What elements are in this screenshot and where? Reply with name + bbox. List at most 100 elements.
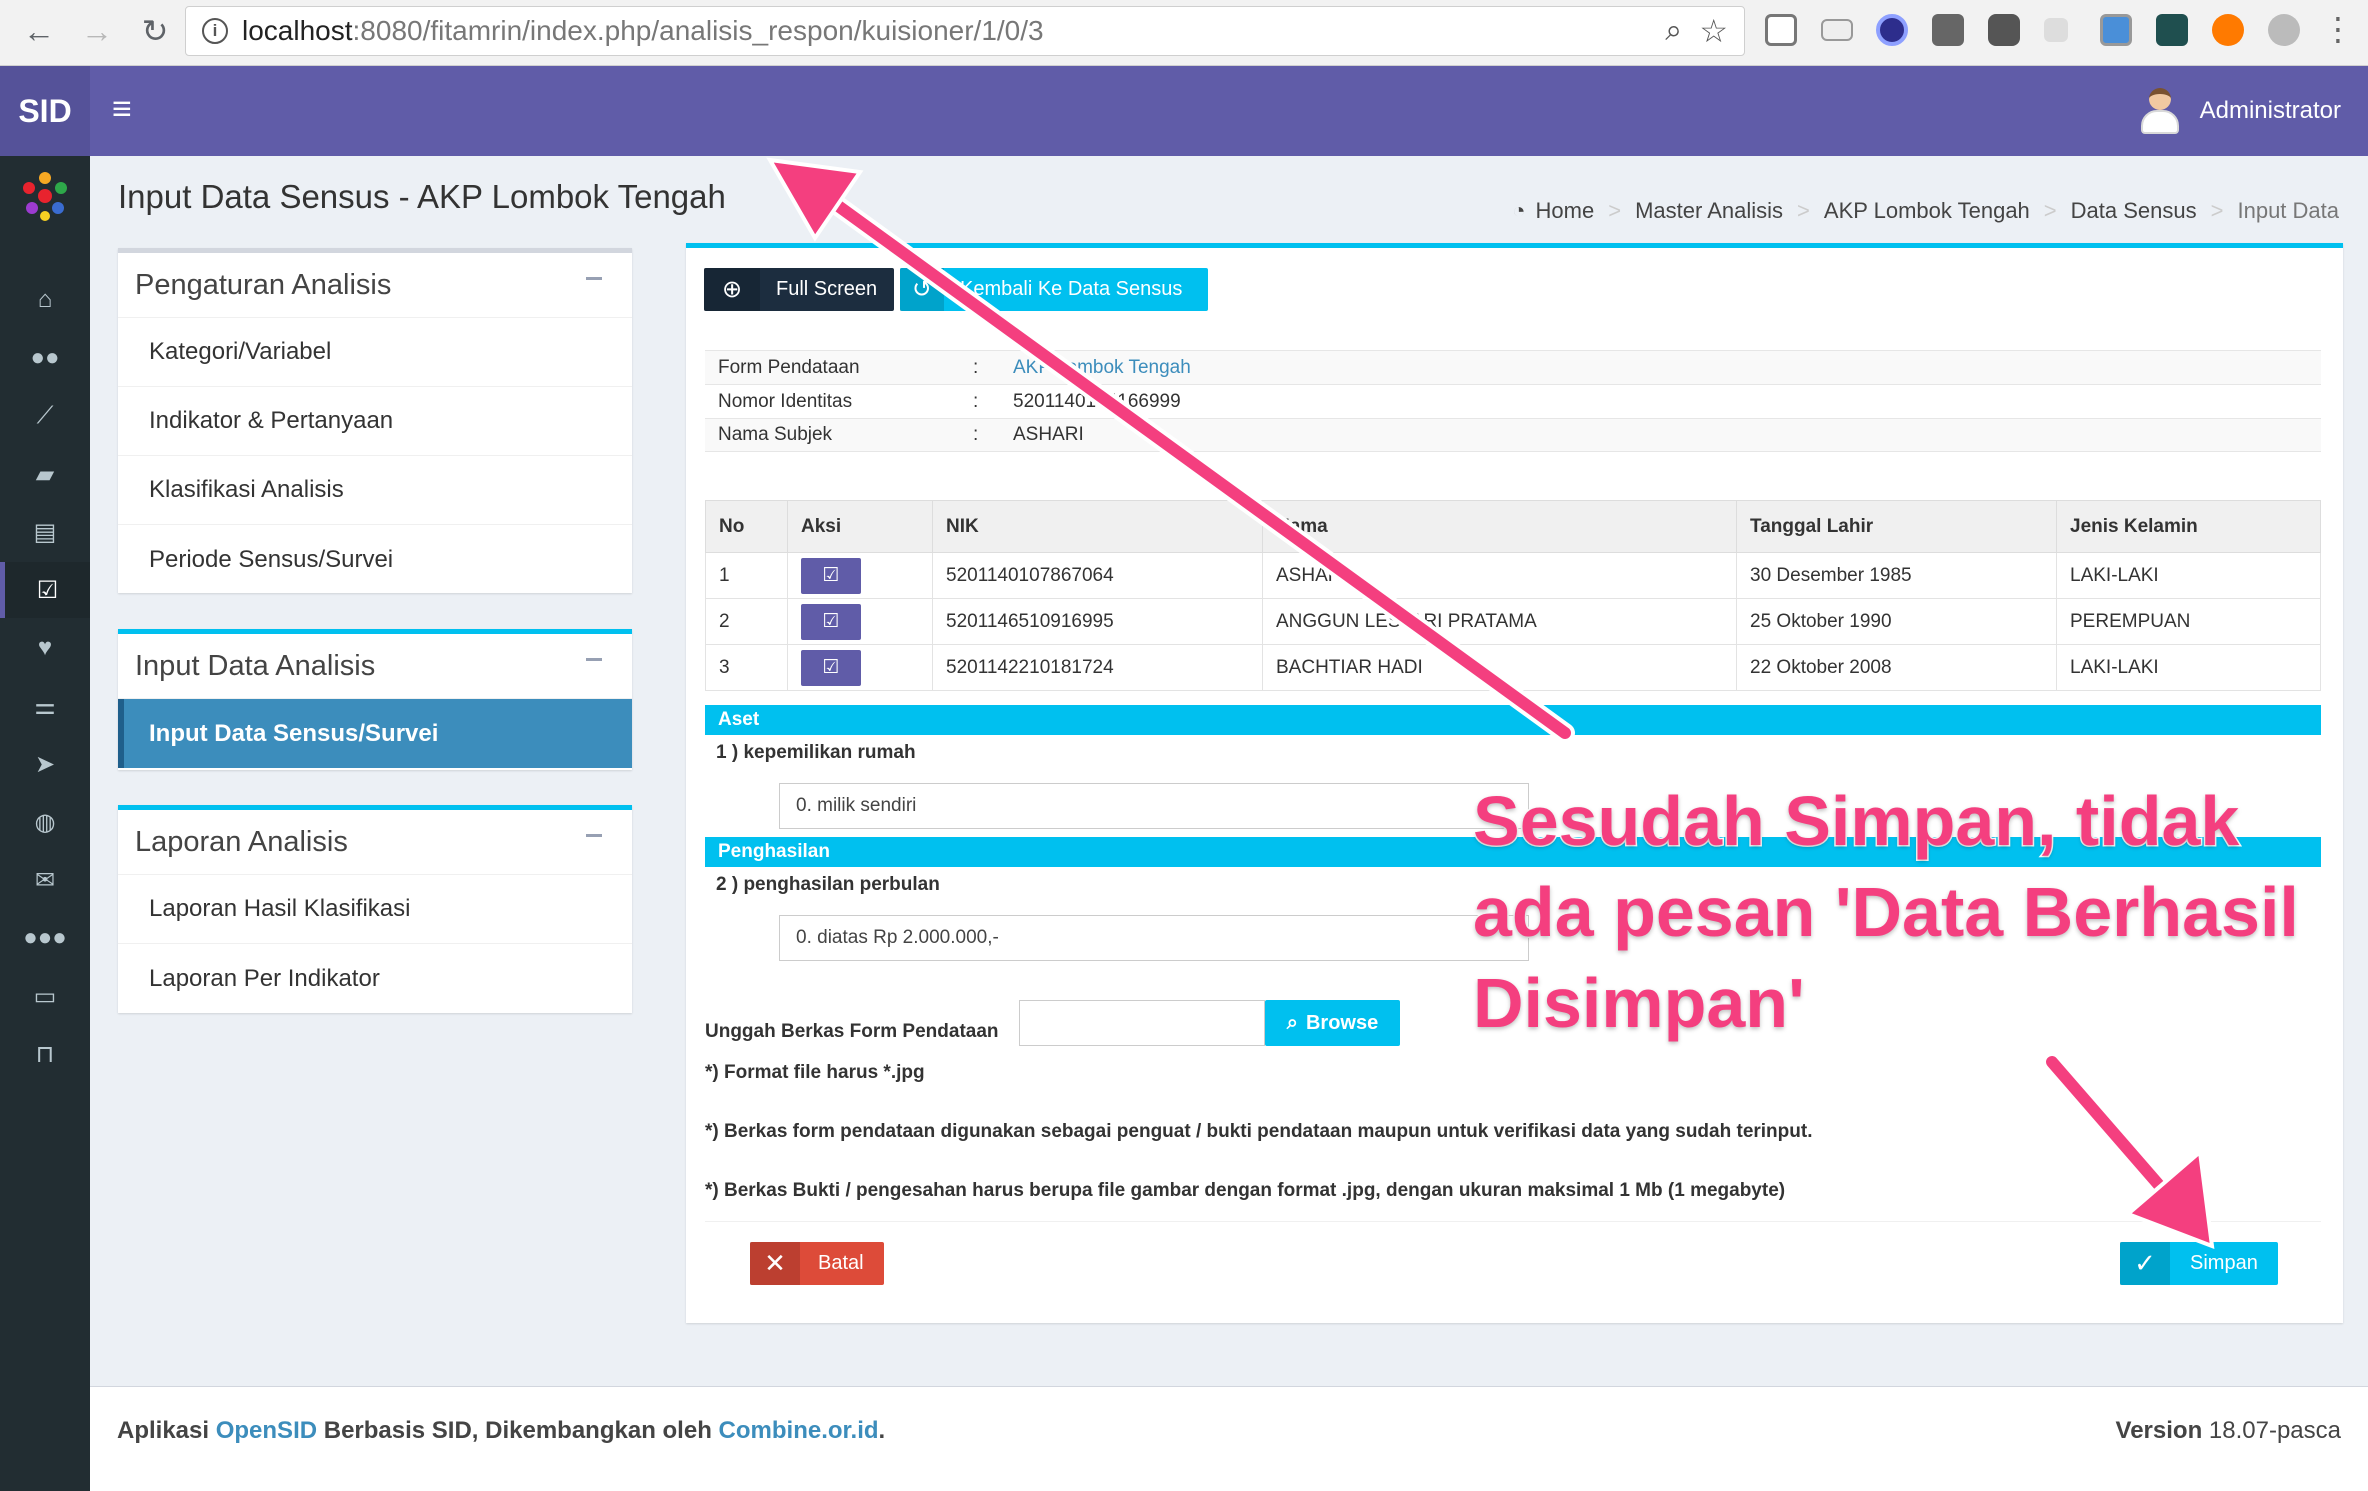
edit-check-icon[interactable]: ☑ (801, 603, 861, 640)
extension-icon[interactable] (2268, 14, 2300, 46)
sliders-icon[interactable]: ⚌ (0, 678, 90, 734)
col-tanggal-lahir: Tanggal Lahir (1736, 500, 2057, 553)
note-format: *) Format file harus *.jpg (705, 1062, 925, 1083)
footer-version: Version 18.07-pasca (2115, 1417, 2341, 1444)
globe-icon[interactable]: ◍ (0, 794, 90, 850)
panel-laporan: Laporan Analisis Laporan Hasil Klasifika… (118, 805, 632, 1013)
answer-2-field[interactable]: 0. diatas Rp 2.000.000,- (779, 915, 1529, 961)
extension-icon[interactable] (1821, 19, 1853, 41)
table-row: 3 ☑ 5201142210181724 BACHTIAR HADI 22 Ok… (705, 644, 2321, 691)
envelope-icon[interactable]: ✉ (0, 852, 90, 908)
star-icon[interactable]: ☆ (1699, 12, 1728, 50)
combine-link[interactable]: Combine.or.id (719, 1417, 879, 1444)
opensid-link[interactable]: OpenSID (216, 1417, 317, 1444)
check-icon: ✓ (2120, 1242, 2170, 1285)
avatar (2138, 88, 2182, 134)
menu-indikator[interactable]: Indikator & Pertanyaan (118, 387, 632, 456)
users-icon[interactable]: ●● (0, 330, 90, 386)
edit-check-icon[interactable]: ☑ (801, 557, 861, 594)
desktop-icon[interactable]: ▭ (0, 968, 90, 1024)
save-button[interactable]: ✓ Simpan (2120, 1242, 2278, 1285)
reload-button[interactable]: ↻ (132, 8, 178, 54)
menu-input-sensus[interactable]: Input Data Sensus/Survei (118, 699, 632, 768)
footer: Aplikasi OpenSID Berbasis SID, Dikembang… (90, 1386, 2368, 1491)
answer-1-field[interactable]: 0. milik sendiri (779, 783, 1529, 829)
page-title: Input Data Sensus - AKP Lombok Tengah (118, 178, 726, 215)
extension-icon[interactable] (1765, 14, 1797, 46)
breadcrumb: ◔ Home > Master Analisis > AKP Lombok Teng… (1512, 198, 2339, 224)
village-logo-icon (23, 172, 67, 221)
inbox-icon[interactable]: ⊓ (0, 1026, 90, 1082)
divider (705, 1221, 2321, 1222)
location-arrow-icon[interactable]: ➤ (0, 736, 90, 792)
breadcrumb-akp[interactable]: AKP Lombok Tengah (1824, 198, 2030, 224)
browse-button[interactable]: ⌕ Browse (1265, 1000, 1400, 1046)
panel-title: Input Data Analisis (118, 634, 632, 699)
fullscreen-button[interactable]: ⊕ Full Screen (704, 268, 894, 311)
collapse-icon[interactable] (586, 277, 602, 280)
col-jenis-kelamin: Jenis Kelamin (2056, 500, 2321, 553)
hamburger-icon[interactable]: ≡ (112, 90, 132, 129)
dashboard-icon: ◔ (1512, 198, 1526, 223)
col-aksi: Aksi (787, 500, 933, 553)
table-header: No Aksi NIK Nama Tanggal Lahir Jenis Kel… (705, 500, 2321, 553)
menu-laporan-klasifikasi[interactable]: Laporan Hasil Klasifikasi (118, 875, 632, 944)
info-icon[interactable]: i (202, 18, 228, 44)
chart-icon[interactable]: ⟋ (0, 388, 90, 444)
collapse-icon[interactable] (586, 834, 602, 837)
panel-pengaturan: Pengaturan Analisis Kategori/Variabel In… (118, 248, 632, 593)
check-square-icon[interactable]: ☑ (0, 562, 90, 618)
info-row: Form Pendataan: AKP Lombok Tengah (705, 350, 2321, 384)
cancel-button[interactable]: ✕ Batal (750, 1242, 884, 1285)
menu-klasifikasi[interactable]: Klasifikasi Analisis (118, 456, 632, 525)
info-row: Nama Subjek: ASHARI (705, 418, 2321, 452)
browser-menu-icon[interactable]: ⋮ (2322, 10, 2354, 48)
extension-icon[interactable] (2044, 18, 2068, 42)
home-icon[interactable]: ⌂ (0, 272, 90, 328)
subject-info: Form Pendataan: AKP Lombok Tengah Nomor I… (705, 350, 2321, 452)
browser-toolbar: ← → ↻ i localhost:8080/fitamrin/index.ph… (0, 0, 2368, 66)
col-no: No (705, 500, 788, 553)
menu-kategori[interactable]: Kategori/Variabel (118, 318, 632, 387)
arrowhead-1 (766, 157, 864, 242)
back-button[interactable]: ← (16, 8, 62, 54)
extension-icon[interactable] (1932, 14, 1964, 46)
breadcrumb-home[interactable]: Home (1536, 198, 1595, 224)
address-bar[interactable]: i localhost:8080/fitamrin/index.php/anal… (185, 6, 1745, 56)
archive-icon[interactable]: ▤ (0, 504, 90, 560)
extension-icon[interactable] (2100, 14, 2132, 46)
edit-check-icon[interactable]: ☑ (801, 649, 861, 686)
breadcrumb-data-sensus[interactable]: Data Sensus (2071, 198, 2197, 224)
user-menu[interactable]: Administrator (2138, 86, 2341, 136)
top-navbar (0, 66, 2368, 156)
extension-icon[interactable] (1876, 14, 1908, 46)
extension-icon[interactable] (2212, 14, 2244, 46)
forward-button[interactable]: → (74, 8, 120, 54)
user-name: Administrator (2199, 97, 2341, 124)
app-logo[interactable]: SID (0, 66, 90, 156)
back-icon: ↺ (900, 268, 944, 311)
url-path: :8080/fitamrin/index.php/analisis_respon… (352, 15, 1044, 46)
note-purpose: *) Berkas form pendataan digunakan sebag… (705, 1121, 1813, 1142)
table-row: 1 ☑ 5201140107867064 ASHARI 30 Desember … (705, 552, 2321, 599)
upload-field[interactable] (1019, 1000, 1265, 1046)
col-nama: Nama (1262, 500, 1737, 553)
heart-icon[interactable]: ♥ (0, 620, 90, 676)
zoom-in-icon: ⊕ (704, 268, 760, 311)
menu-periode[interactable]: Periode Sensus/Survei (118, 525, 632, 594)
form-link[interactable]: AKP Lombok Tengah (1013, 357, 2321, 379)
collapse-icon[interactable] (586, 658, 602, 661)
back-to-sensus-button[interactable]: ↺ Kembali Ke Data Sensus (900, 268, 1208, 311)
book-icon[interactable]: ▰ (0, 446, 90, 502)
url-host: localhost (242, 15, 353, 46)
panel-title: Laporan Analisis (118, 810, 632, 875)
search-icon: ⌕ (1286, 1011, 1298, 1034)
extension-icon[interactable] (2156, 14, 2188, 46)
menu-laporan-indikator[interactable]: Laporan Per Indikator (118, 944, 632, 1013)
question-2: 2 ) penghasilan perbulan (716, 874, 940, 895)
family-table: No Aksi NIK Nama Tanggal Lahir Jenis Kel… (705, 500, 2321, 691)
group-icon[interactable]: ●●● (0, 910, 90, 966)
zoom-icon[interactable]: ⌕ (1665, 14, 1682, 48)
breadcrumb-master-analisis[interactable]: Master Analisis (1635, 198, 1783, 224)
extension-icon[interactable] (1988, 14, 2020, 46)
